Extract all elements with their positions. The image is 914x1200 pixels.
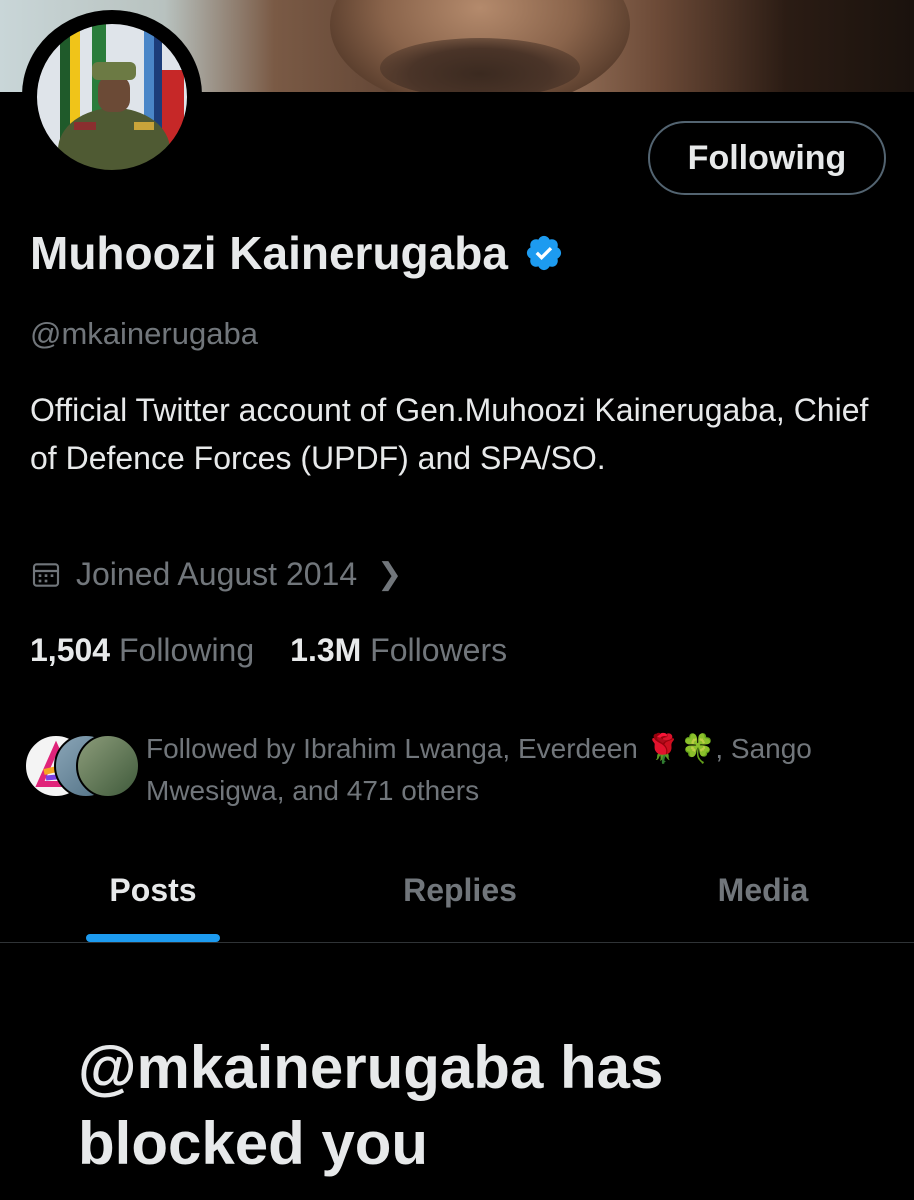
profile-name-row: Muhoozi Kainerugaba: [30, 226, 564, 280]
followers-label: Followers: [370, 632, 508, 668]
followed-by-text: Followed by Ibrahim Lwanga, Everdeen 🌹🍀,…: [146, 733, 812, 806]
profile-name: Muhoozi Kainerugaba: [30, 227, 508, 279]
tab-replies[interactable]: Replies: [360, 838, 560, 942]
profile-stats: 1,504 Following 1.3M Followers: [30, 632, 543, 669]
followers-stat[interactable]: 1.3M Followers: [290, 632, 507, 669]
following-button[interactable]: Following: [648, 121, 886, 195]
joined-date: Joined August 2014: [76, 556, 358, 592]
joined-date-row[interactable]: Joined August 2014 ❯: [30, 556, 402, 593]
active-tab-indicator: [86, 934, 220, 942]
following-count: 1,504: [30, 632, 111, 668]
profile-bio: Official Twitter account of Gen.Muhoozi …: [30, 392, 869, 476]
follower-avatar: [76, 734, 140, 798]
profile-handle: @mkainerugaba: [30, 316, 258, 351]
tab-posts[interactable]: Posts: [60, 838, 246, 942]
profile-avatar[interactable]: [22, 10, 202, 180]
banner-beard-shape: [380, 38, 580, 92]
profile-tabs: Posts Replies Media: [0, 838, 914, 943]
following-label: Following: [118, 632, 255, 668]
followed-by-avatars: [24, 734, 140, 800]
following-stat[interactable]: 1,504 Following: [30, 632, 254, 669]
tab-media[interactable]: Media: [670, 838, 856, 942]
followed-by-row[interactable]: Followed by Ibrahim Lwanga, Everdeen 🌹🍀,…: [24, 728, 896, 812]
calendar-icon: [32, 562, 60, 587]
verified-badge-icon[interactable]: [524, 233, 564, 273]
blocked-message: @mkainerugaba has blocked you: [78, 1034, 664, 1177]
followers-count: 1.3M: [290, 632, 362, 668]
chevron-right-icon: ❯: [377, 558, 403, 591]
avatar-image: [31, 18, 193, 176]
